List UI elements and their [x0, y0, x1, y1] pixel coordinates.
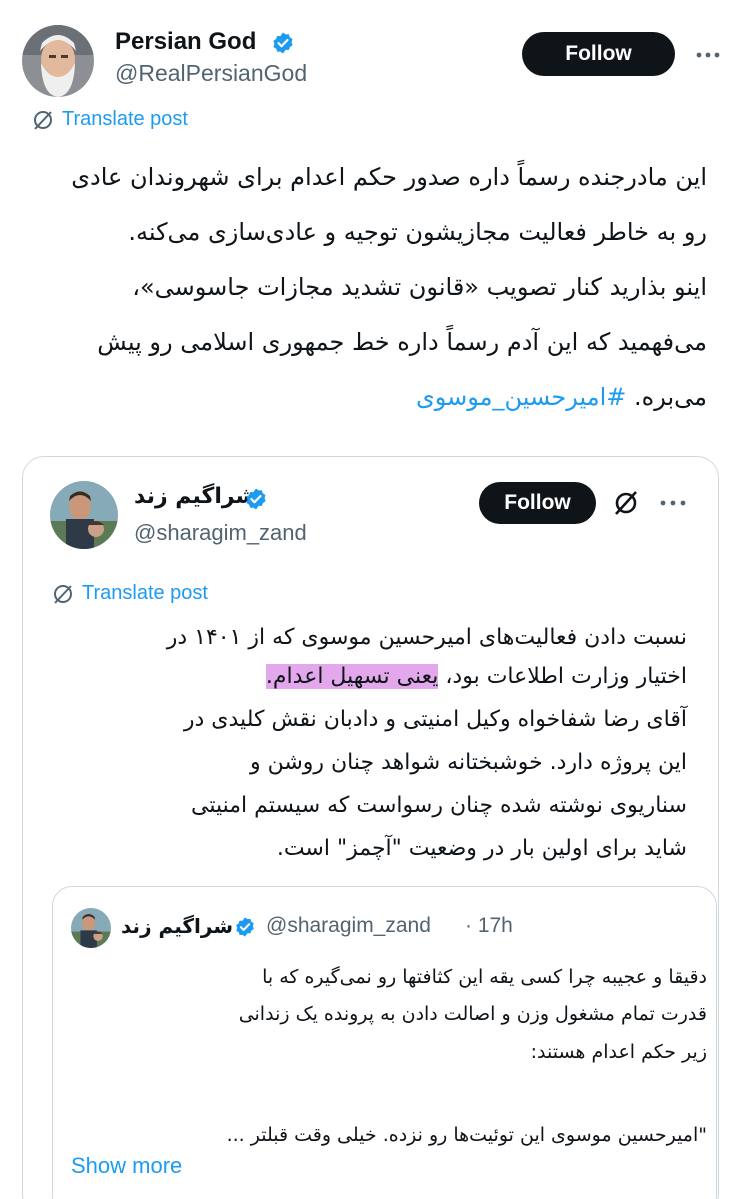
- quoted-text-line: آقای رضا شفاخواه وکیل امنیتی و دادبان نق…: [183, 707, 687, 732]
- quoted-author-handle[interactable]: @sharagim_zand: [134, 520, 307, 546]
- quoted-text-line-highlighted: اختیار وزارت اطلاعات بود، یعنی تسهیل اعد…: [265, 659, 687, 695]
- quoted-follow-button[interactable]: Follow: [479, 482, 596, 524]
- post-text-line: این مادرجنده رسماً داره صدور حکم اعدام ب…: [71, 163, 707, 191]
- translate-post-label[interactable]: Translate post: [82, 582, 208, 605]
- verified-badge-icon: [273, 32, 293, 54]
- verified-badge-icon: [236, 917, 254, 937]
- translate-globe-icon: [54, 584, 72, 604]
- follow-button[interactable]: Follow: [522, 32, 675, 76]
- show-more-link[interactable]: Show more: [71, 1153, 182, 1179]
- quoted-author-name[interactable]: شراگیم زند: [134, 484, 257, 509]
- post-text-last-line: می‌بره. #امیرحسین_موسوی: [416, 377, 707, 417]
- translate-post-link[interactable]: Translate post: [32, 108, 188, 131]
- highlighted-text: یعنی تسهیل اعدام.: [265, 664, 439, 689]
- nested-author-handle[interactable]: @sharagim_zand: [266, 914, 431, 938]
- post-text-line: رو به خاطر فعالیت مجازیشون توجیه و عادی‌…: [128, 218, 707, 246]
- hashtag-link[interactable]: #امیرحسین_موسوی: [416, 383, 626, 411]
- quoted-text-line: شاید برای اولین بار در وضعیت "آچمز" است.: [276, 836, 687, 861]
- post-text-line: اینو بذارید کنار تصویب «قانون تشدید مجاز…: [132, 273, 707, 301]
- nested-author-avatar[interactable]: [71, 908, 111, 948]
- author-avatar[interactable]: [22, 25, 94, 97]
- post-text-line: می‌فهمید که این آدم رسماً داره خط جمهوری…: [97, 328, 707, 356]
- quoted-text-line: این پروژه دارد. خوشبختانه شواهد چنان روش…: [249, 750, 687, 775]
- quoted-text-line: سناریوی نوشته شده چنان رسواست که سیستم ا…: [191, 793, 687, 818]
- author-handle[interactable]: @RealPersianGod: [115, 60, 307, 87]
- quoted-text-plain: اختیار وزارت اطلاعات بود،: [438, 664, 687, 689]
- quoted-translate-post-link[interactable]: Translate post: [52, 582, 208, 605]
- translate-globe-icon: [34, 110, 52, 130]
- nested-text-line: زیر حکم اعدام هستند:: [530, 1041, 707, 1063]
- nested-timestamp[interactable]: · 17h: [465, 914, 513, 938]
- grok-icon[interactable]: [612, 489, 640, 517]
- quoted-more-options-icon[interactable]: [659, 494, 687, 512]
- nested-text-line: "امیرحسین موسوی این توئیت‌ها رو نزده. خی…: [226, 1124, 707, 1146]
- more-options-icon[interactable]: [695, 46, 721, 64]
- quoted-author-avatar[interactable]: [50, 481, 118, 549]
- nested-text-line: قدرت تمام مشغول وزن و اصالت دادن به پرون…: [238, 1003, 707, 1025]
- nested-text-line: دقیقا و عجیبه چرا کسی یقه این کثافتها رو…: [262, 966, 707, 988]
- post-text-end: می‌بره.: [634, 383, 707, 411]
- verified-badge-icon: [246, 488, 266, 510]
- translate-post-label[interactable]: Translate post: [62, 108, 188, 131]
- quoted-text-line: نسبت دادن فعالیت‌های امیرحسین موسوی که ا…: [166, 625, 687, 650]
- author-name[interactable]: Persian God: [115, 28, 256, 56]
- nested-author-name[interactable]: شراگیم زند: [121, 914, 233, 938]
